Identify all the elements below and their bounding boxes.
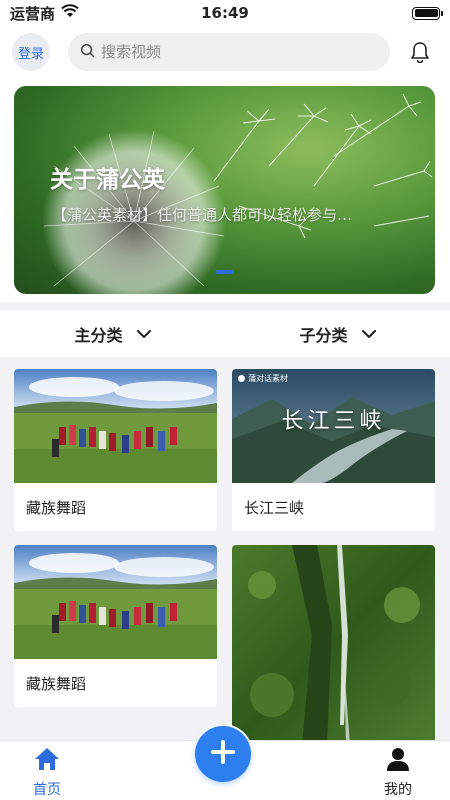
bell-icon[interactable]	[408, 40, 432, 64]
tab-home-label: 首页	[33, 782, 61, 798]
tab-mine[interactable]: 我的	[368, 747, 428, 799]
carousel-indicator	[216, 270, 234, 274]
thumbnail-brand: 蒲对话素材	[238, 373, 288, 384]
video-card[interactable]: 蒲对话素材 长江三峡 长江三峡	[232, 369, 435, 531]
tab-mine-label: 我的	[384, 782, 412, 798]
add-button-circle	[195, 726, 251, 782]
video-card[interactable]	[232, 545, 435, 740]
battery-icon	[412, 6, 443, 20]
video-title: 藏族舞蹈	[26, 674, 87, 693]
video-thumbnail	[14, 369, 217, 483]
category-filter-row: 主分类 子分类	[0, 310, 450, 357]
header: 登录	[0, 26, 450, 78]
video-grid: 藏族舞蹈 蒲对话素材 长江三峡 长江三峡 藏族舞蹈	[0, 357, 450, 740]
main-category-label: 主分类	[74, 325, 123, 345]
thumbnail-overlay-title: 长江三峡	[281, 409, 386, 434]
search-input[interactable]	[101, 43, 361, 61]
status-bar: 运营商 16:49	[0, 0, 450, 26]
banner-title: 关于蒲公英	[50, 167, 165, 193]
video-thumbnail	[14, 545, 217, 659]
chevron-down-icon	[361, 324, 376, 343]
search-icon	[80, 43, 95, 62]
video-thumbnail: 蒲对话素材 长江三峡	[232, 369, 435, 483]
video-card[interactable]: 藏族舞蹈	[14, 369, 217, 531]
status-time: 16:49	[201, 4, 249, 22]
sub-category-dropdown[interactable]: 子分类	[225, 310, 450, 357]
banner-section: 关于蒲公英 【蒲公英素材】任何普通人都可以轻松参与…	[0, 78, 450, 302]
video-card[interactable]: 藏族舞蹈	[14, 545, 217, 707]
video-title: 藏族舞蹈	[26, 498, 87, 517]
video-title: 长江三峡	[244, 498, 305, 517]
search-bar[interactable]	[68, 33, 390, 71]
login-button[interactable]: 登录	[12, 33, 50, 71]
tab-home[interactable]: 首页	[17, 747, 77, 799]
sub-category-label: 子分类	[299, 325, 348, 345]
video-thumbnail	[232, 545, 435, 740]
carousel-dot-active	[216, 270, 234, 274]
user-icon	[386, 747, 410, 775]
banner-subtitle: 【蒲公英素材】任何普通人都可以轻松参与…	[52, 206, 353, 224]
banner-carousel[interactable]: 关于蒲公英 【蒲公英素材】任何普通人都可以轻松参与…	[14, 86, 435, 294]
add-button[interactable]	[193, 724, 253, 784]
home-icon	[34, 747, 60, 775]
main-category-dropdown[interactable]: 主分类	[0, 310, 225, 357]
plus-icon	[209, 738, 237, 770]
chevron-down-icon	[136, 324, 151, 343]
